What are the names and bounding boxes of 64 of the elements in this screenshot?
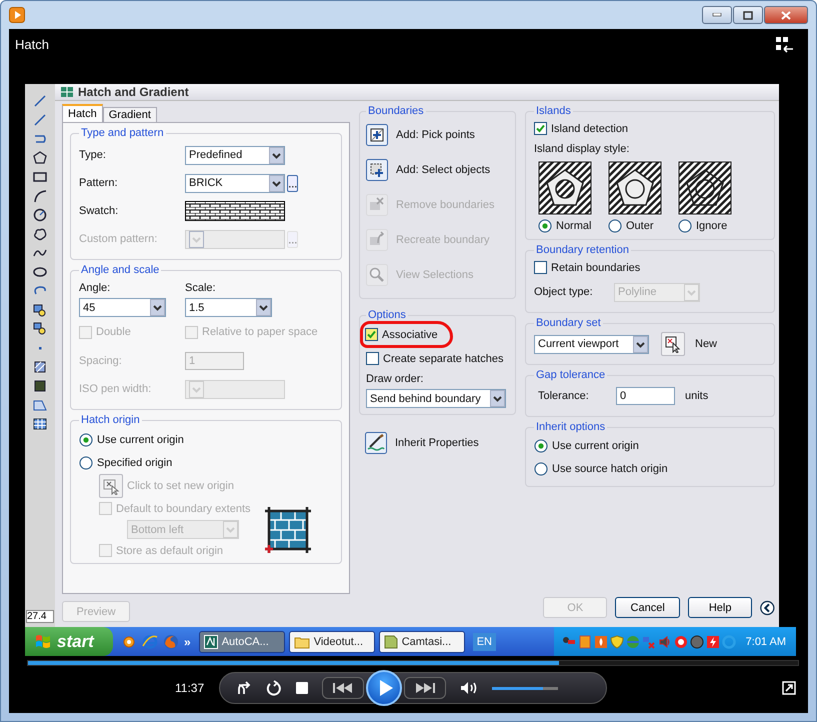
new-label: New [695, 338, 718, 350]
tab[interactable]: Hatch [62, 104, 103, 122]
video-title: Hatch [15, 37, 49, 52]
angle-dropdown[interactable]: 45 [79, 298, 166, 317]
language-indicator[interactable]: EN [472, 632, 496, 650]
field-label: Draw order: [366, 373, 424, 385]
field-label: Spacing: [79, 355, 123, 367]
field-label: Island display style: [534, 143, 630, 155]
group-title: Gap tolerance [535, 369, 606, 381]
draw-order-dropdown[interactable]: Send behind boundary [366, 389, 506, 408]
coordinate-readout: 27.4 [26, 610, 54, 623]
group-title: Type and pattern [80, 127, 165, 139]
field-label: Swatch: [79, 205, 120, 217]
radio-label: Use source hatch origin [552, 462, 668, 474]
group-title: Hatch origin [80, 414, 141, 426]
boundary-button[interactable]: Add: Select objects [366, 152, 490, 187]
checkbox-label: Double [96, 326, 131, 338]
field-label: Scale: [185, 282, 217, 294]
radio-label: Ignore [696, 220, 728, 232]
group-title: Boundary set [535, 317, 602, 329]
field-label: Tolerance: [537, 390, 590, 402]
boundary-button[interactable]: Add: Pick points [366, 117, 475, 152]
boundary-set-dropdown[interactable]: Current viewport [534, 334, 649, 354]
overflow-chevron[interactable]: » [184, 634, 191, 648]
button-caption: Click to set new origin [127, 480, 234, 492]
unit-label: units [685, 390, 708, 402]
scale-dropdown[interactable]: 1.5 [185, 298, 272, 317]
pattern-dropdown[interactable]: Predefined [185, 146, 285, 164]
field-label: Type: [79, 149, 107, 161]
radio-label: Normal [556, 220, 592, 232]
group-title: Islands [535, 105, 572, 117]
group-title: Options [367, 309, 407, 321]
radio-label: Use current origin [552, 440, 639, 452]
dialog-button[interactable]: Cancel [615, 597, 680, 618]
group-title: Inherit options [535, 421, 606, 433]
checkbox-label: Island detection [551, 122, 628, 134]
radio-label: Outer [626, 220, 654, 232]
group-title: Angle and scale [80, 264, 160, 276]
checkbox-label: Relative to paper space [202, 326, 318, 338]
pattern-dropdown[interactable]: BRICK [185, 174, 285, 192]
clock: 7:01 AM [746, 636, 786, 648]
tab[interactable]: Gradient [102, 107, 157, 122]
checkbox-label: Default to boundary extents [116, 502, 251, 514]
field-label: Object type: [534, 286, 594, 298]
group-title: Boundaries [367, 105, 425, 117]
field-label: Custom pattern: [79, 233, 158, 245]
checkbox-label: Store as default origin [116, 544, 224, 556]
radio-label: Specified origin [97, 456, 172, 468]
tolerance-input[interactable]: 0 [616, 387, 675, 405]
dialog-button[interactable]: Help [688, 597, 752, 618]
group-title: Boundary retention [535, 244, 630, 256]
taskbar-button[interactable]: Videotut... [288, 630, 375, 652]
inherit-properties-button[interactable]: Inherit Properties [365, 425, 516, 460]
checkbox-label: Retain boundaries [551, 262, 640, 274]
dialog-title: Hatch and Gradient [78, 85, 189, 99]
field-label: Pattern: [79, 177, 119, 189]
field-label: Angle: [79, 282, 112, 294]
taskbar-button[interactable]: Camtasi... [378, 630, 465, 652]
checkbox-label: Create separate hatches [383, 352, 504, 364]
elapsed-time: 11:37 [175, 681, 206, 695]
field-label: ISO pen width: [79, 383, 152, 395]
radio-label: Use current origin [97, 434, 184, 446]
taskbar-button[interactable]: AutoCA... [198, 630, 285, 652]
checkbox-label: Associative [382, 328, 438, 340]
